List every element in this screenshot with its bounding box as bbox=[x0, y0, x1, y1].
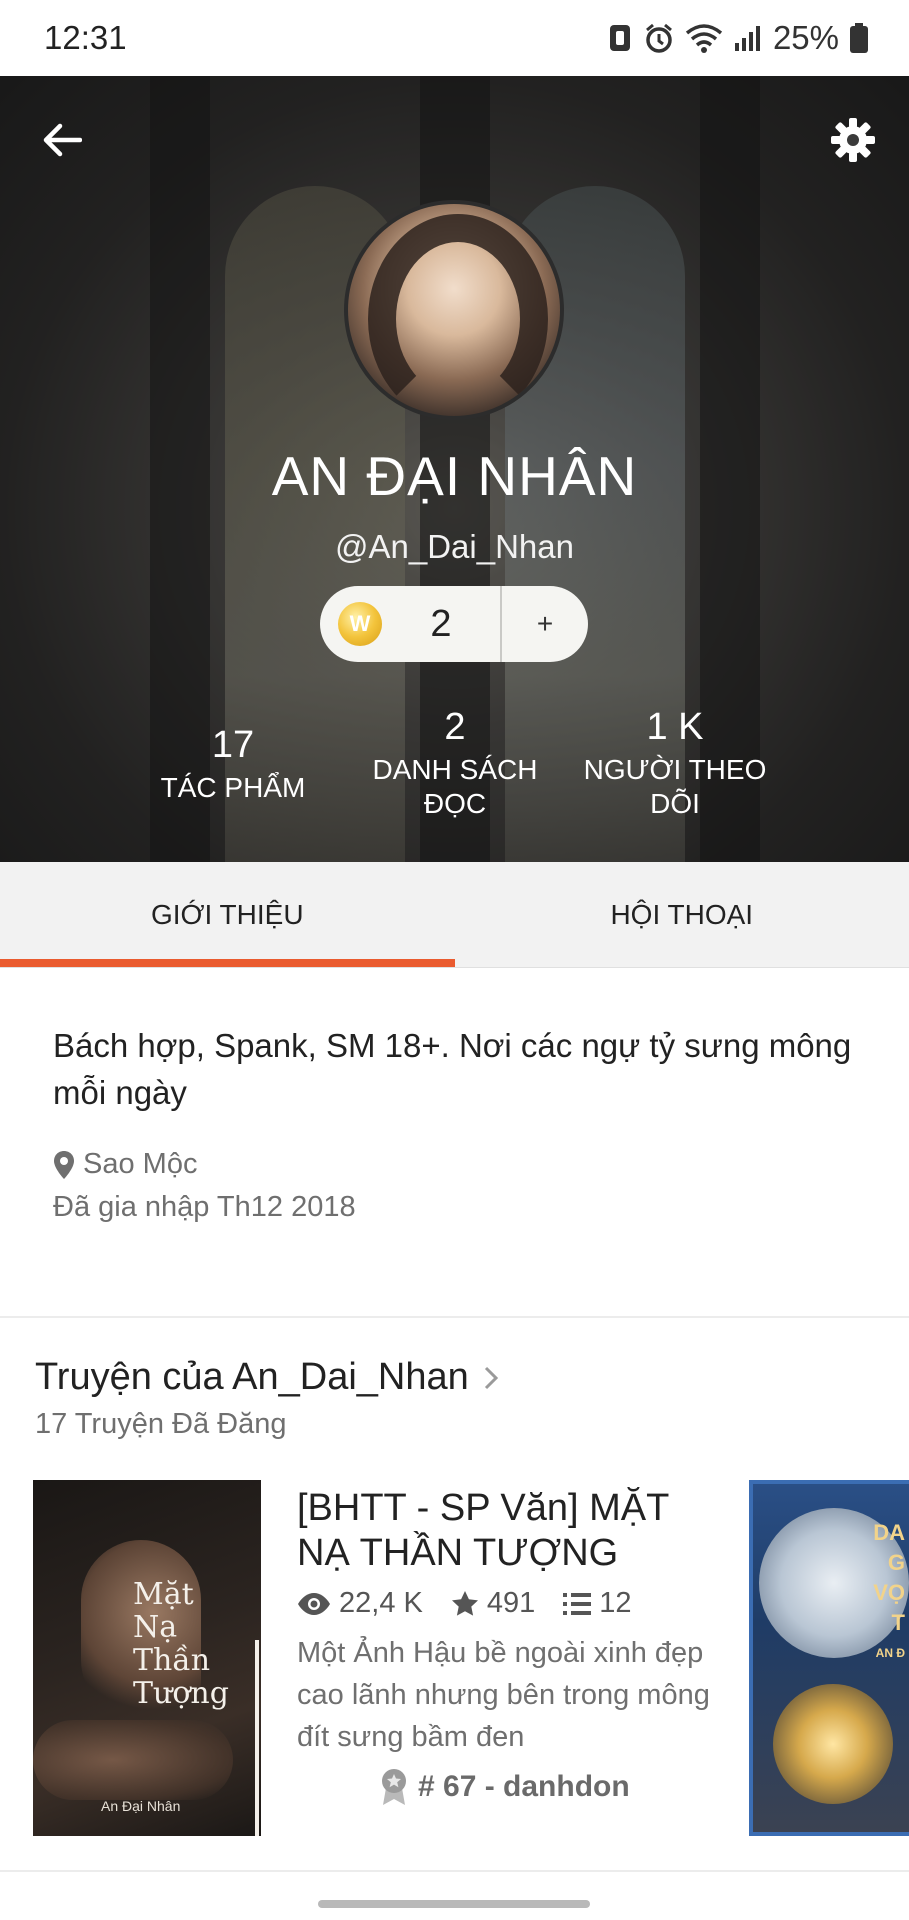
gear-icon bbox=[831, 118, 875, 162]
alarm-icon bbox=[645, 23, 672, 53]
vibrate-icon bbox=[609, 25, 630, 51]
stat-followers[interactable]: 1 K NGƯỜI THEO DÕI bbox=[580, 706, 770, 821]
stat-reading-lists-label-line2: ĐỌC bbox=[423, 788, 487, 819]
back-button[interactable] bbox=[36, 114, 88, 166]
next-story-cover[interactable]: DA G VỌ T AN Đ bbox=[749, 1480, 909, 1836]
stat-works-value: 17 bbox=[211, 724, 255, 766]
stories-section-title: Truyện của An_Dai_Nhan bbox=[35, 1356, 469, 1398]
stat-reading-lists[interactable]: 2 DANH SÁCH ĐỌC bbox=[360, 706, 550, 821]
story-description: Một Ảnh Hậu bề ngoài xinh đẹp cao lãnh n… bbox=[297, 1637, 710, 1753]
stories-count: 17 Truyện Đã Đăng bbox=[35, 1408, 287, 1440]
location-row: Sao Mộc bbox=[53, 1148, 197, 1181]
stat-followers-label-line1: NGƯỜI THEO bbox=[583, 754, 767, 785]
story-cover-author: An Đại Nhân bbox=[101, 1798, 181, 1814]
chevron-right-icon bbox=[484, 1366, 498, 1389]
profile-bio: Bách hợp, Spank, SM 18+. Nơi các ngự tỷ … bbox=[53, 1027, 852, 1111]
settings-button[interactable] bbox=[825, 112, 881, 168]
story-cover[interactable]: Mặt Nạ Thần Tượng An Đại Nhân bbox=[33, 1480, 261, 1836]
story-title[interactable]: [BHTT - SP Văn] MẶT NẠ THẦN TƯỢNG bbox=[297, 1486, 717, 1576]
star-icon bbox=[451, 1590, 478, 1616]
coin-icon: W bbox=[338, 602, 382, 646]
profile-name: AN ĐẠI NHÂN bbox=[271, 445, 638, 507]
story-cover-title: Mặt Nạ Thần Tượng bbox=[133, 1577, 229, 1711]
tab-about[interactable]: GIỚI THIỆU bbox=[0, 862, 455, 967]
location-text: Sao Mộc bbox=[83, 1148, 198, 1180]
location-pin-icon bbox=[54, 1150, 74, 1179]
battery-icon bbox=[850, 23, 868, 53]
story-meta: 22,4 K 491 12 bbox=[297, 1587, 660, 1620]
story-reads: 22,4 K bbox=[297, 1587, 423, 1620]
coin-count: 2 bbox=[430, 602, 452, 645]
arrow-left-icon bbox=[43, 123, 82, 157]
stat-reading-lists-label-line1: DANH SÁCH bbox=[372, 754, 538, 785]
list-icon bbox=[563, 1592, 592, 1615]
section-divider bbox=[0, 1316, 909, 1318]
add-coins-button[interactable]: + bbox=[502, 608, 588, 640]
stat-followers-label-line2: DÕI bbox=[650, 788, 700, 819]
stat-followers-value: 1 K bbox=[646, 706, 704, 748]
story-rank: # 67 - danhdon bbox=[380, 1768, 630, 1806]
battery-percent: 25% bbox=[772, 19, 839, 56]
coins-pill[interactable]: W 2 + bbox=[320, 586, 588, 662]
section-divider bbox=[0, 1870, 909, 1872]
avatar[interactable] bbox=[344, 200, 564, 420]
status-bar: 12:31 25% bbox=[0, 0, 909, 76]
eye-icon bbox=[298, 1592, 330, 1615]
tab-conversations[interactable]: HỘI THOẠI bbox=[455, 862, 909, 967]
status-time: 12:31 bbox=[44, 19, 127, 56]
stories-section-header[interactable]: Truyện của An_Dai_Nhan bbox=[35, 1356, 499, 1399]
profile-handle: @An_Dai_Nhan bbox=[335, 528, 574, 565]
joined-date: Đã gia nhập Th12 2018 bbox=[53, 1191, 356, 1223]
award-ribbon-icon bbox=[382, 1769, 406, 1805]
signal-icon bbox=[734, 26, 760, 51]
wifi-icon bbox=[685, 24, 723, 53]
profile-tabs: GIỚI THIỆU HỘI THOẠI bbox=[0, 862, 909, 968]
gesture-nav-handle[interactable] bbox=[318, 1900, 590, 1908]
status-icons: 25% bbox=[607, 19, 869, 57]
profile-header: AN ĐẠI NHÂN @An_Dai_Nhan W 2 + 17 TÁC PH… bbox=[0, 76, 909, 862]
stat-works-label: TÁC PHẨM bbox=[160, 772, 306, 803]
story-parts: 12 bbox=[563, 1587, 632, 1620]
stat-works[interactable]: 17 TÁC PHẨM bbox=[153, 724, 313, 805]
stat-reading-lists-value: 2 bbox=[444, 706, 466, 748]
next-story-cover-text: DA G VỌ T AN Đ bbox=[873, 1520, 905, 1660]
story-votes: 491 bbox=[451, 1587, 535, 1620]
